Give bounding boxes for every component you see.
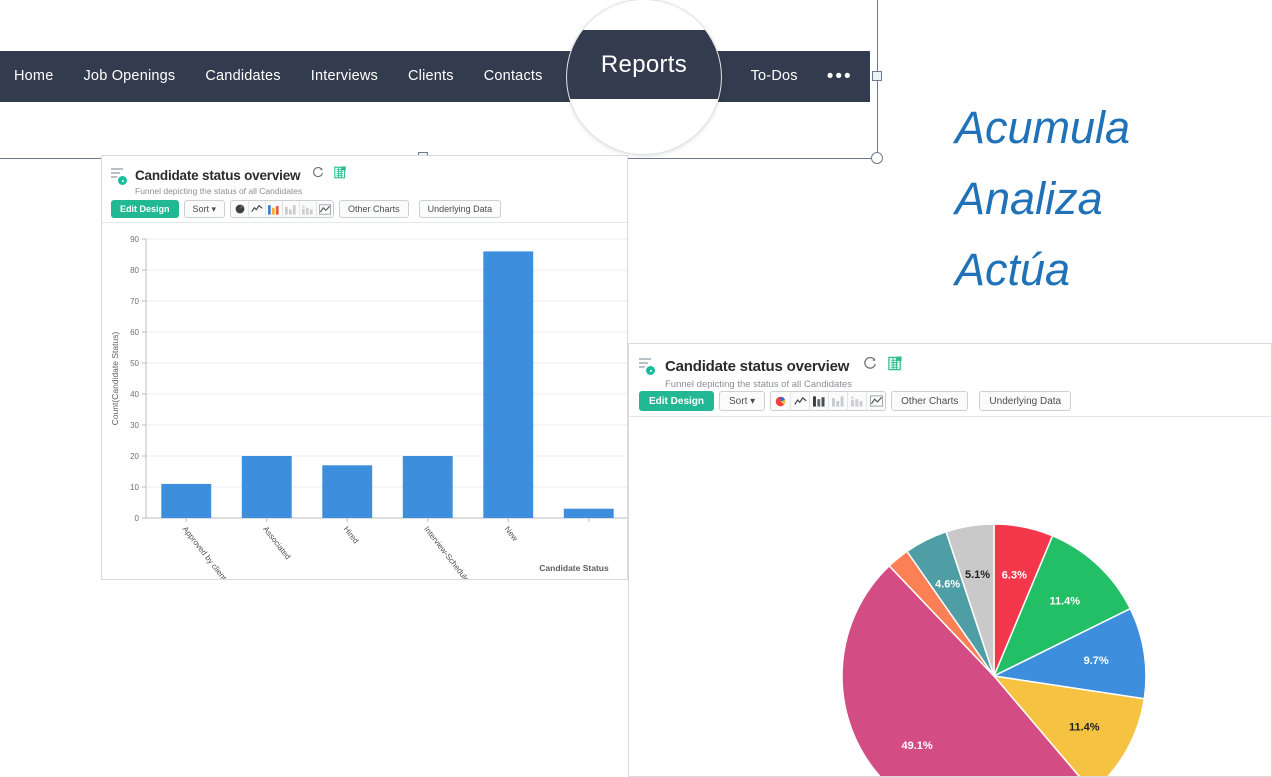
- nav-item-to-dos[interactable]: To-Dos: [736, 51, 813, 102]
- pie-report-subtitle: Funnel depicting the status of all Candi…: [665, 379, 852, 390]
- sort-button[interactable]: Sort ▾: [719, 391, 766, 411]
- edit-design-button[interactable]: Edit Design: [639, 391, 715, 411]
- svg-text:11.4%: 11.4%: [1069, 721, 1100, 733]
- svg-text:49.1%: 49.1%: [902, 740, 933, 752]
- svg-text:9.7%: 9.7%: [1084, 655, 1109, 667]
- slogan-line-1: Acumula: [955, 102, 1131, 153]
- svg-text:5.1%: 5.1%: [965, 569, 990, 581]
- svg-text:70: 70: [130, 297, 139, 306]
- rotate-handle-corner[interactable]: [871, 152, 883, 164]
- pie-report-card: Candidate status overview Funnel depicti…: [628, 343, 1272, 777]
- svg-text:Candidate Status: Candidate Status: [539, 563, 609, 573]
- svg-text:40: 40: [130, 390, 139, 399]
- svg-text:30: 30: [130, 421, 139, 430]
- nav-item-clients[interactable]: Clients: [393, 51, 469, 102]
- svg-text:Approved by client: Approved by client: [181, 525, 229, 580]
- magnified-nav-item-reports[interactable]: Reports: [567, 30, 721, 99]
- underlying-data-button[interactable]: Underlying Data: [979, 391, 1072, 411]
- svg-text:Hired: Hired: [342, 525, 361, 546]
- line-chart-icon[interactable]: [790, 392, 809, 410]
- svg-text:New: New: [503, 525, 520, 543]
- svg-text:4.6%: 4.6%: [935, 579, 960, 591]
- pie-report-toolbar: Edit Design Sort ▾ Other Charts Underlyi: [639, 391, 1072, 411]
- slogan-line-3: Actúa: [955, 244, 1071, 295]
- svg-text:Associated: Associated: [261, 525, 292, 561]
- export-icon[interactable]: [888, 356, 903, 376]
- svg-text:0: 0: [135, 514, 140, 523]
- pie-chart-plot: 6.3% 11.4% 9.7% 11.4% 49.1% 4.6% 5.1%: [841, 523, 1147, 776]
- refresh-icon[interactable]: [863, 356, 877, 376]
- svg-text:11.4%: 11.4%: [1049, 596, 1080, 608]
- nav-item-candidates[interactable]: Candidates: [190, 51, 295, 102]
- svg-text:50: 50: [130, 359, 139, 368]
- other-charts-button[interactable]: Other Charts: [891, 391, 969, 411]
- bar-report-card: Candidate status overview Funnel depicti…: [101, 155, 628, 580]
- chart-type-iconbar: [770, 391, 887, 411]
- resize-handle-right[interactable]: [872, 71, 882, 81]
- nav-item-job-openings[interactable]: Job Openings: [68, 51, 190, 102]
- nav-item-home[interactable]: Home: [0, 51, 68, 102]
- bar-chart-icon[interactable]: [809, 392, 828, 410]
- funnel-report-icon: [639, 357, 661, 379]
- svg-text:60: 60: [130, 328, 139, 337]
- svg-text:80: 80: [130, 266, 139, 275]
- slogan-line-2: Analiza: [955, 173, 1103, 224]
- magnifier-lens: Reports: [566, 0, 722, 155]
- svg-text:Count(Candidate Status): Count(Candidate Status): [110, 332, 120, 426]
- pie-chart-icon[interactable]: [771, 392, 790, 410]
- bar-chart-plot: 0 10 20 30 40 50 60 70 80 90 Approved by client Ass…: [110, 235, 627, 580]
- nav-item-interviews[interactable]: Interviews: [296, 51, 393, 102]
- pie-report-header: Candidate status overview Funnel depicti…: [629, 344, 1271, 390]
- column-chart-icon[interactable]: [828, 392, 847, 410]
- slogan-text: Acumula Analiza Actúa: [955, 92, 1255, 305]
- nav-overflow-icon[interactable]: •••: [813, 55, 867, 99]
- svg-text:6.3%: 6.3%: [1002, 570, 1027, 582]
- svg-text:90: 90: [130, 235, 139, 244]
- svg-text:Interview-Scheduled: Interview-Scheduled: [422, 525, 474, 580]
- main-navigation-bar: Home Job Openings Candidates Interviews …: [0, 51, 870, 102]
- combo-chart-icon[interactable]: [866, 392, 885, 410]
- svg-text:20: 20: [130, 452, 139, 461]
- pie-report-title: Candidate status overview: [665, 357, 850, 375]
- nav-item-contacts[interactable]: Contacts: [469, 51, 558, 102]
- svg-text:10: 10: [130, 483, 139, 492]
- stacked-chart-icon[interactable]: [847, 392, 866, 410]
